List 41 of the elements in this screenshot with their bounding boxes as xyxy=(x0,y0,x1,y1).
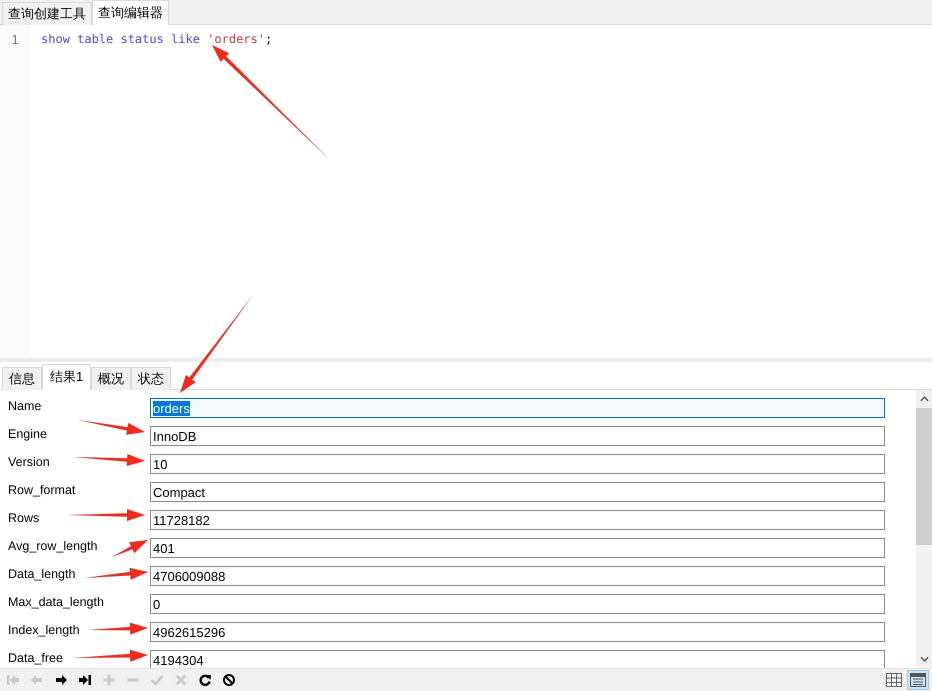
last-icon[interactable] xyxy=(78,673,92,687)
value-field[interactable]: InnoDB xyxy=(150,426,885,446)
stop-icon[interactable] xyxy=(222,673,236,687)
value-field[interactable]: 11728182 xyxy=(150,510,885,530)
field-label: Rows xyxy=(8,511,40,525)
value-field[interactable]: 4706009088 xyxy=(150,566,885,586)
scrollbar[interactable] xyxy=(916,390,932,668)
field-label: Data_length xyxy=(8,567,76,581)
field-label: Engine xyxy=(8,427,47,441)
grid-view-icon[interactable] xyxy=(884,671,904,689)
annotation-arrow xyxy=(73,454,145,466)
scroll-up-icon[interactable] xyxy=(920,396,928,402)
refresh-icon[interactable] xyxy=(198,673,212,687)
line-number: 1 xyxy=(11,33,19,47)
annotation-arrow xyxy=(84,568,148,580)
value-field[interactable]: 401 xyxy=(150,538,885,558)
value-field[interactable]: 4194304 xyxy=(150,650,885,670)
result-tab[interactable]: 状态 xyxy=(131,367,172,390)
value-field[interactable]: Compact xyxy=(150,482,885,502)
editor-tab[interactable]: 查询创建工具 xyxy=(2,2,92,25)
annotation-arrow xyxy=(112,540,148,557)
result-tab[interactable]: 结果1 xyxy=(42,364,92,390)
annotation-arrow xyxy=(78,420,145,435)
field-label: Row_format xyxy=(8,483,76,497)
field-label: Max_data_length xyxy=(8,595,104,609)
field-label: Avg_row_length xyxy=(8,539,98,553)
next-icon[interactable] xyxy=(54,673,68,687)
value-field[interactable]: 10 xyxy=(150,454,885,474)
field-label: Version xyxy=(8,455,50,469)
field-label: Data_free xyxy=(8,651,63,665)
result-tab[interactable]: 信息 xyxy=(2,367,42,390)
value-field[interactable]: 0 xyxy=(150,594,885,614)
scroll-down-icon[interactable] xyxy=(920,656,928,662)
value-field[interactable]: orders xyxy=(150,398,885,418)
field-label: Index_length xyxy=(8,623,80,637)
result-tab[interactable]: 概况 xyxy=(91,367,132,390)
form-view-icon[interactable] xyxy=(908,671,928,689)
editor-tab[interactable]: 查询编辑器 xyxy=(92,0,169,25)
value-field[interactable]: 4962615296 xyxy=(150,622,885,642)
field-label: Name xyxy=(8,399,42,413)
sql-code: show table status like 'orders'; xyxy=(40,31,272,47)
